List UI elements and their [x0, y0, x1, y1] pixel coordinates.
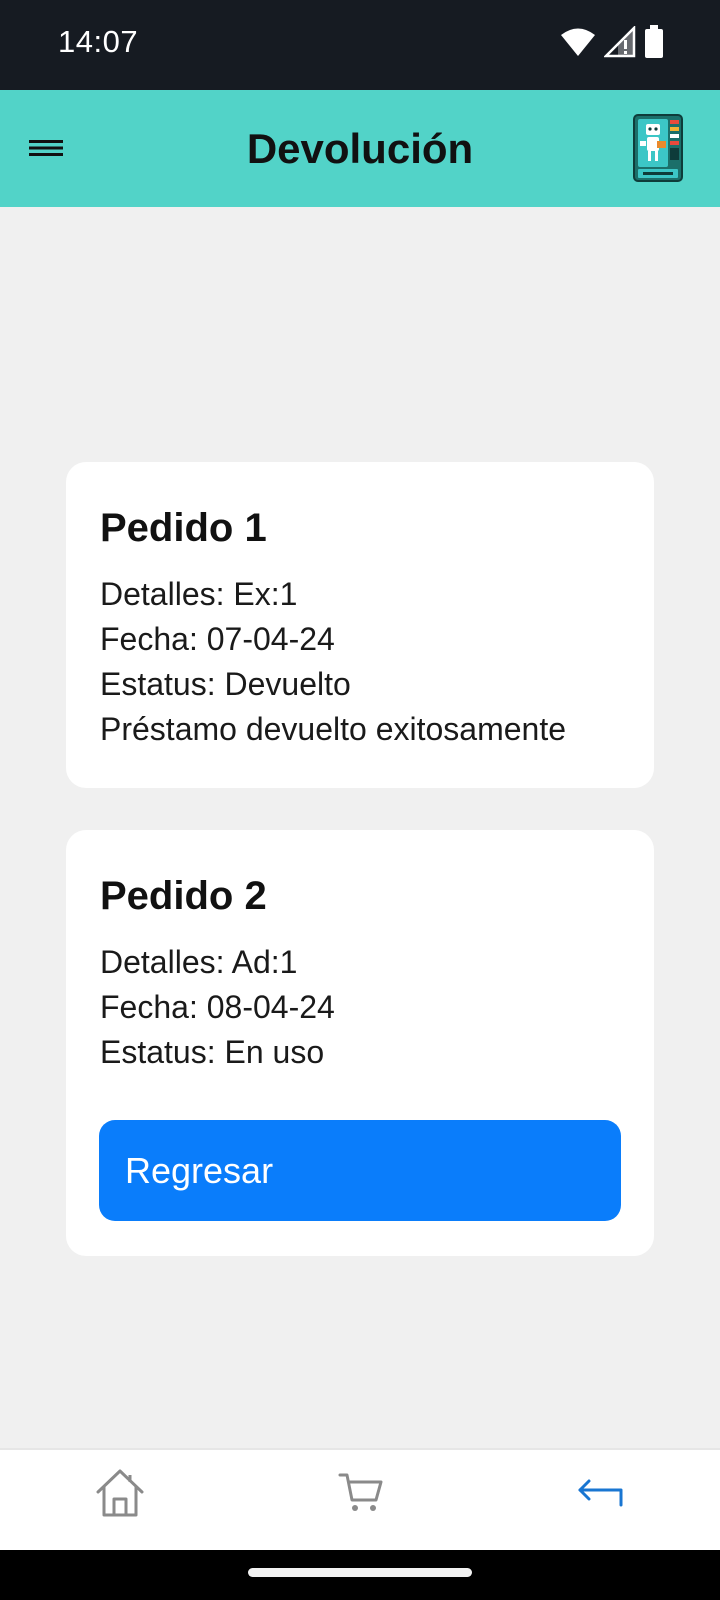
- order-status: Estatus: Devuelto: [100, 666, 351, 702]
- return-icon: [578, 1479, 623, 1507]
- home-icon: [96, 1469, 144, 1517]
- order-title: Pedido 1: [100, 506, 267, 550]
- page-title: Devolución: [246, 125, 474, 172]
- app-bar: Devolución: [0, 90, 720, 207]
- order-status: Estatus: En uso: [100, 1034, 325, 1070]
- cell-signal-icon: [602, 24, 636, 63]
- nav-home[interactable]: [85, 1458, 155, 1528]
- menu-button[interactable]: [26, 130, 66, 166]
- nav-cart[interactable]: [326, 1458, 396, 1528]
- status-bar: 14:07: [0, 0, 720, 90]
- gesture-bar: [0, 1550, 720, 1600]
- order-date: Fecha: 08-04-24: [100, 989, 335, 1025]
- status-time: 14:07: [58, 24, 139, 59]
- order-date: Fecha: 07-04-24: [100, 621, 335, 657]
- order-message: Préstamo devuelto exitosamente: [100, 711, 567, 747]
- return-button[interactable]: Regresar: [99, 1120, 621, 1221]
- menu-icon: [29, 140, 63, 156]
- order-card: Pedido 2 Detalles: Ad:1 Fecha: 08-04-24 …: [66, 830, 654, 1256]
- vending-machine-logo-icon: [633, 114, 683, 182]
- cart-icon: [338, 1473, 383, 1511]
- nav-return[interactable]: [566, 1458, 636, 1528]
- order-details: Detalles: Ex:1: [100, 576, 298, 612]
- wifi-icon: [560, 27, 596, 62]
- status-icons: [560, 24, 664, 64]
- order-card: Pedido 1 Detalles: Ex:1 Fecha: 07-04-24 …: [66, 462, 654, 788]
- order-title: Pedido 2: [100, 874, 267, 918]
- home-gesture-handle[interactable]: [248, 1568, 472, 1577]
- order-details: Detalles: Ad:1: [100, 944, 298, 980]
- battery-icon: [644, 24, 664, 64]
- bottom-nav: [0, 1448, 720, 1550]
